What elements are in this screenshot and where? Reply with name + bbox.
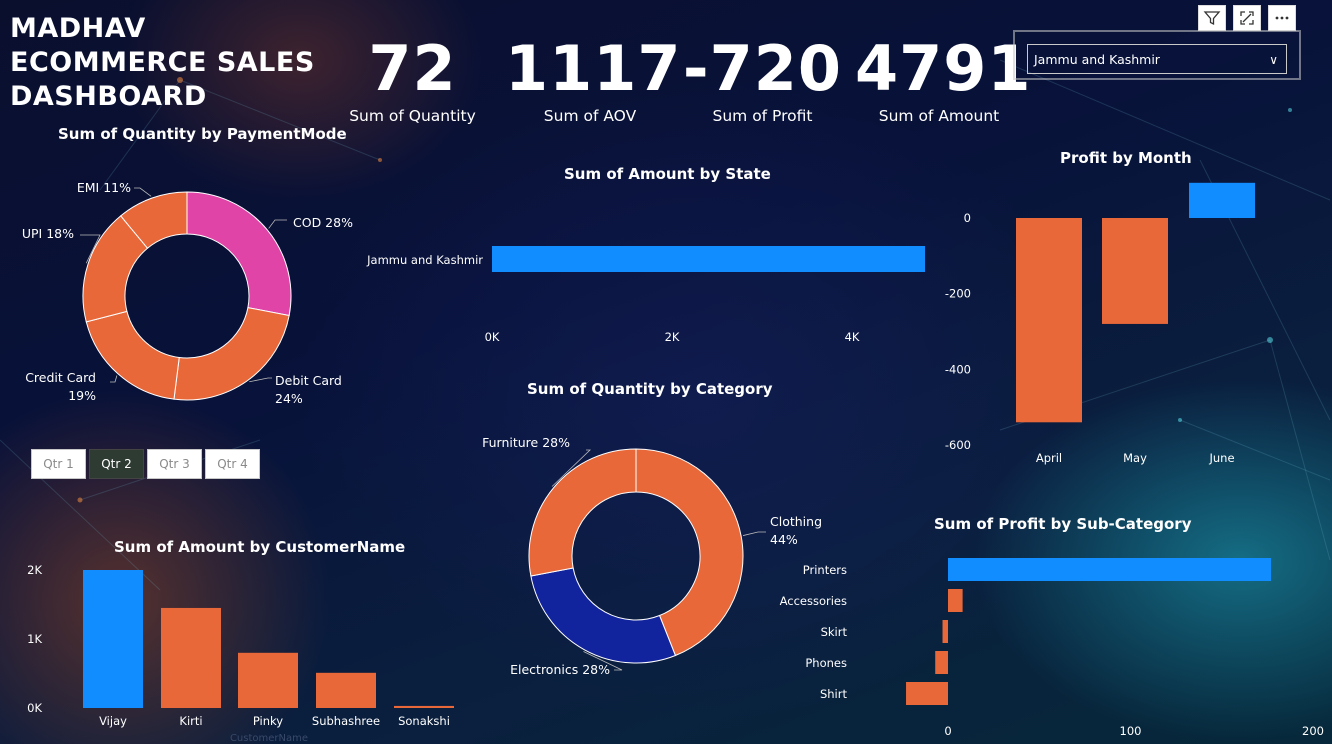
month-bar (1189, 182, 1255, 218)
kpi-value: -720 (682, 32, 843, 105)
subcategory-bar (935, 651, 948, 674)
y-tick-label: 2K (27, 563, 42, 577)
leader-line (249, 377, 272, 383)
bar-category-label: Jammu and Kashmir (366, 253, 483, 267)
subcategory-bar (948, 558, 1272, 581)
subcategory-bar (948, 589, 963, 612)
y-tick-label: 0K (27, 701, 42, 715)
donut-slice-credit-card (85, 310, 180, 400)
kpi-aov: 1117 Sum of AOV (505, 32, 682, 126)
bar-category-label: Accessories (780, 594, 847, 608)
dashboard-title: MADHAV ECOMMERCE SALES DASHBOARD (10, 13, 315, 112)
x-tick-label: 2K (665, 330, 680, 344)
state-slicer-value: Jammu and Kashmir (1034, 52, 1160, 67)
kpi-label: Sum of Profit (712, 107, 813, 125)
slice-label: EMI 11% (77, 180, 131, 195)
donut-slice-electronics (530, 567, 677, 664)
profit-month-bar-chart: 0 -200 -400 -600 April May June (945, 182, 1255, 465)
slice-label: 44% (770, 532, 798, 547)
x-tick-label: Kirti (179, 714, 202, 728)
month-bar (1102, 218, 1168, 324)
donut-slice-furniture (528, 448, 637, 577)
x-axis-title: CustomerName (230, 733, 308, 744)
donut-slice-debit-card (173, 307, 290, 401)
y-tick-label: 1K (27, 632, 42, 646)
customer-bar (394, 705, 454, 708)
leader-line (134, 187, 152, 197)
y-tick-label: -200 (945, 287, 971, 301)
chart-title-category: Sum of Quantity by Category (527, 380, 773, 398)
state-bar (492, 246, 925, 272)
kpi-quantity: 72 Sum of Quantity (345, 32, 480, 126)
kpi-value: 72 (368, 32, 457, 105)
filter-icon[interactable] (1198, 5, 1226, 31)
kpi-value: 4791 (855, 32, 1032, 105)
kpi-profit: -720 Sum of Profit (680, 32, 845, 126)
x-tick-label: 0 (944, 724, 951, 738)
subcategory-bar-chart: Printers Accessories Skirt Phones Shirt 0 100 2… (780, 558, 1324, 738)
x-tick-label: Vijay (99, 714, 127, 728)
kpi-amount: 4791 Sum of Amount (855, 32, 1032, 126)
slice-label: 24% (275, 391, 303, 406)
bar-category-label: Printers (803, 563, 847, 577)
kpi-label: Sum of AOV (543, 107, 637, 125)
y-tick-label: -600 (945, 438, 971, 452)
subcategory-bar (906, 682, 948, 705)
y-tick-label: 0 (964, 211, 971, 225)
qtr-button-3[interactable]: Qtr 3 (147, 449, 202, 479)
bar-category-label: Phones (805, 656, 847, 670)
customer-bar (238, 652, 298, 708)
x-tick-label: Pinky (253, 714, 283, 728)
x-tick-label: Sonakshi (398, 714, 450, 728)
slice-label: Furniture 28% (482, 435, 570, 450)
chevron-down-icon: ∨ (1269, 53, 1278, 67)
more-options-icon[interactable] (1268, 5, 1296, 31)
x-tick-label: April (1036, 451, 1062, 465)
month-bar (1016, 218, 1082, 423)
slice-label: Clothing (770, 514, 822, 529)
customer-bar (161, 607, 221, 708)
slice-label: Electronics 28% (510, 662, 610, 677)
qtr-button-2[interactable]: Qtr 2 (89, 449, 144, 479)
x-tick-label: June (1208, 451, 1234, 465)
state-slicer-dropdown[interactable]: Jammu and Kashmir ∨ (1027, 44, 1287, 74)
kpi-label: Sum of Quantity (349, 107, 476, 125)
bar-category-label: Skirt (821, 625, 848, 639)
chart-title-subcat: Sum of Profit by Sub-Category (934, 515, 1192, 533)
x-tick-label: 100 (1120, 724, 1142, 738)
state-bar-chart: Jammu and Kashmir 0K 2K 4K (366, 246, 925, 344)
bar-category-label: Shirt (820, 687, 848, 701)
leader-line (110, 375, 118, 383)
x-tick-label: Subhashree (312, 714, 380, 728)
qtr-button-4[interactable]: Qtr 4 (205, 449, 260, 479)
slice-label: Debit Card (275, 373, 342, 388)
slice-label: UPI 18% (22, 226, 74, 241)
customer-bar (316, 672, 376, 708)
x-tick-label: May (1123, 451, 1147, 465)
x-tick-label: 0K (485, 330, 500, 344)
chart-title-state: Sum of Amount by State (564, 165, 771, 183)
leader-line (268, 219, 287, 229)
donut-slice-cod (186, 191, 292, 317)
customer-bar-chart: 0K 1K 2K Vijay Kirti Pinky Subhashree Sonakshi C… (27, 563, 454, 744)
x-tick-label: 4K (845, 330, 860, 344)
y-tick-label: -400 (945, 362, 971, 376)
customer-bar (83, 570, 143, 708)
kpi-value: 1117 (505, 32, 682, 105)
subcategory-bar (942, 620, 948, 643)
kpi-label: Sum of Amount (878, 107, 1000, 125)
slice-label: Credit Card (25, 370, 96, 385)
focus-mode-icon[interactable] (1233, 5, 1261, 31)
x-tick-label: 200 (1302, 724, 1324, 738)
chart-title-customer: Sum of Amount by CustomerName (114, 538, 406, 556)
leader-line (742, 531, 766, 536)
qtr-button-1[interactable]: Qtr 1 (31, 449, 86, 479)
slice-label: 19% (68, 388, 96, 403)
chart-title-payment: Sum of Quantity by PaymentMode (58, 125, 347, 143)
